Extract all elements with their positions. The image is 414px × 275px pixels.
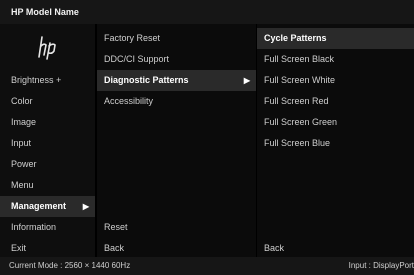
pattern-item-blue[interactable]: Full Screen Blue — [257, 133, 414, 154]
submenu-arrow-icon: ▶ — [82, 202, 89, 211]
pattern-item-red[interactable]: Full Screen Red — [257, 91, 414, 112]
submenu-arrow-icon: ▶ — [243, 76, 250, 85]
current-mode: Current Mode : 2560 × 1440 60Hz — [9, 261, 131, 270]
submenu-item-accessibility[interactable]: Accessibility — [97, 91, 256, 112]
title-bar: HP Model Name — [0, 0, 414, 24]
menu-item-brightness[interactable]: Brightness + — [0, 70, 95, 91]
menu-item-input[interactable]: Input — [0, 133, 95, 154]
menu-item-power[interactable]: Power — [0, 154, 95, 175]
osd-menu: Brightness + Color Image Input Power Men… — [0, 24, 414, 257]
reset-button[interactable]: Reset — [97, 217, 256, 238]
submenu-item-ddc-ci-support[interactable]: DDC/CI Support — [97, 49, 256, 70]
menu-item-image[interactable]: Image — [0, 112, 95, 133]
back-button[interactable]: Back — [97, 238, 256, 259]
patterns-column: Cycle Patterns Full Screen Black Full Sc… — [257, 24, 414, 257]
pattern-item-cycle[interactable]: Cycle Patterns — [257, 28, 414, 49]
input-source: Input : DisplayPort — [348, 261, 414, 270]
submenu-item-diagnostic-patterns[interactable]: Diagnostic Patterns ▶ — [97, 70, 256, 91]
status-bar: Current Mode : 2560 × 1440 60Hz Input : … — [0, 257, 414, 275]
menu-item-exit[interactable]: Exit — [0, 238, 95, 259]
pattern-item-white[interactable]: Full Screen White — [257, 70, 414, 91]
pattern-item-black[interactable]: Full Screen Black — [257, 49, 414, 70]
menu-item-management[interactable]: Management ▶ — [0, 196, 95, 217]
submenu-item-factory-reset[interactable]: Factory Reset — [97, 28, 256, 49]
hp-logo-icon — [37, 36, 56, 60]
pattern-item-green[interactable]: Full Screen Green — [257, 112, 414, 133]
hp-logo — [0, 24, 95, 70]
menu-item-color[interactable]: Color — [0, 91, 95, 112]
submenu-column: Factory Reset DDC/CI Support Diagnostic … — [97, 24, 256, 257]
menu-item-menu[interactable]: Menu — [0, 175, 95, 196]
menu-item-information[interactable]: Information — [0, 217, 95, 238]
patterns-back-button[interactable]: Back — [257, 238, 414, 259]
model-name: HP Model Name — [11, 7, 79, 17]
main-menu-column: Brightness + Color Image Input Power Men… — [0, 24, 95, 257]
